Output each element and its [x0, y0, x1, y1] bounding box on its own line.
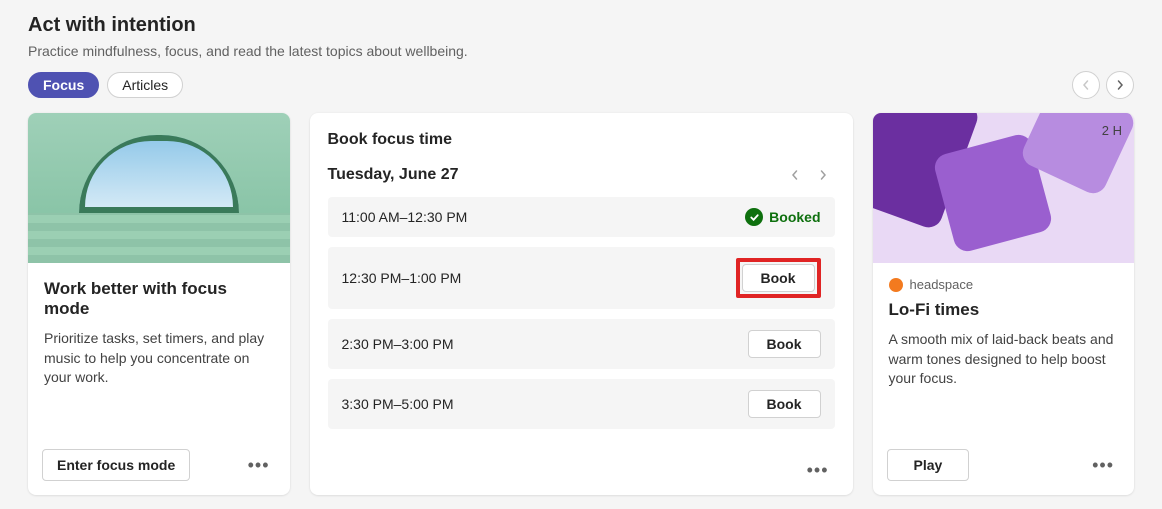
book-date: Tuesday, June 27 — [328, 166, 459, 184]
carousel-nav — [1072, 71, 1134, 99]
carousel-next-button[interactable] — [1106, 71, 1134, 99]
booked-label: Booked — [769, 209, 820, 225]
chevron-right-icon — [1114, 79, 1126, 91]
booked-badge: Booked — [745, 208, 820, 226]
chevron-right-icon — [817, 169, 829, 181]
time-slot: 2:30 PM–3:00 PM Book — [328, 319, 835, 369]
headspace-logo-icon — [889, 278, 903, 292]
time-slot: 12:30 PM–1:00 PM Book — [328, 247, 835, 309]
focus-card-description: Prioritize tasks, set timers, and play m… — [44, 329, 274, 388]
tab-articles[interactable]: Articles — [107, 72, 183, 98]
play-button[interactable]: Play — [887, 449, 970, 481]
date-prev-button[interactable] — [783, 163, 807, 187]
book-card-title: Book focus time — [328, 131, 835, 149]
slot-time-label: 2:30 PM–3:00 PM — [342, 336, 454, 352]
lofi-title: Lo-Fi times — [873, 292, 1135, 320]
more-icon: ••• — [1092, 455, 1114, 475]
check-circle-icon — [745, 208, 763, 226]
focus-hero-image — [28, 113, 290, 263]
brand-row: headspace — [873, 263, 1135, 292]
time-slot: 11:00 AM–12:30 PM Booked — [328, 197, 835, 237]
page-subtitle: Practice mindfulness, focus, and read th… — [28, 43, 1134, 59]
page-title: Act with intention — [28, 0, 1134, 37]
more-icon: ••• — [248, 455, 270, 475]
more-icon: ••• — [807, 460, 829, 480]
tabs: Focus Articles — [28, 72, 183, 98]
slot-time-label: 12:30 PM–1:00 PM — [342, 270, 462, 286]
chevron-left-icon — [789, 169, 801, 181]
lofi-hero-image: 2 H — [873, 113, 1135, 263]
chevron-left-icon — [1080, 79, 1092, 91]
tab-focus[interactable]: Focus — [28, 72, 99, 98]
duration-badge: 2 H — [1102, 123, 1122, 138]
enter-focus-mode-button[interactable]: Enter focus mode — [42, 449, 190, 481]
highlight-annotation: Book — [736, 258, 821, 298]
slot-time-label: 3:30 PM–5:00 PM — [342, 396, 454, 412]
book-focus-card: Book focus time Tuesday, June 27 11:00 A… — [310, 113, 853, 495]
brand-name: headspace — [910, 277, 974, 292]
lofi-description: A smooth mix of laid-back beats and warm… — [873, 320, 1135, 389]
focus-more-button[interactable]: ••• — [242, 451, 276, 480]
book-slot-button[interactable]: Book — [748, 390, 821, 418]
book-slot-button[interactable]: Book — [742, 264, 815, 292]
focus-card-title: Work better with focus mode — [44, 279, 274, 319]
book-more-button[interactable]: ••• — [801, 456, 835, 485]
focus-mode-card: Work better with focus mode Prioritize t… — [28, 113, 290, 495]
time-slot: 3:30 PM–5:00 PM Book — [328, 379, 835, 429]
slot-time-label: 11:00 AM–12:30 PM — [342, 209, 468, 225]
carousel-prev-button[interactable] — [1072, 71, 1100, 99]
lofi-card: 2 H headspace Lo-Fi times A smooth mix o… — [873, 113, 1135, 495]
book-slot-button[interactable]: Book — [748, 330, 821, 358]
lofi-more-button[interactable]: ••• — [1086, 451, 1120, 480]
date-next-button[interactable] — [811, 163, 835, 187]
